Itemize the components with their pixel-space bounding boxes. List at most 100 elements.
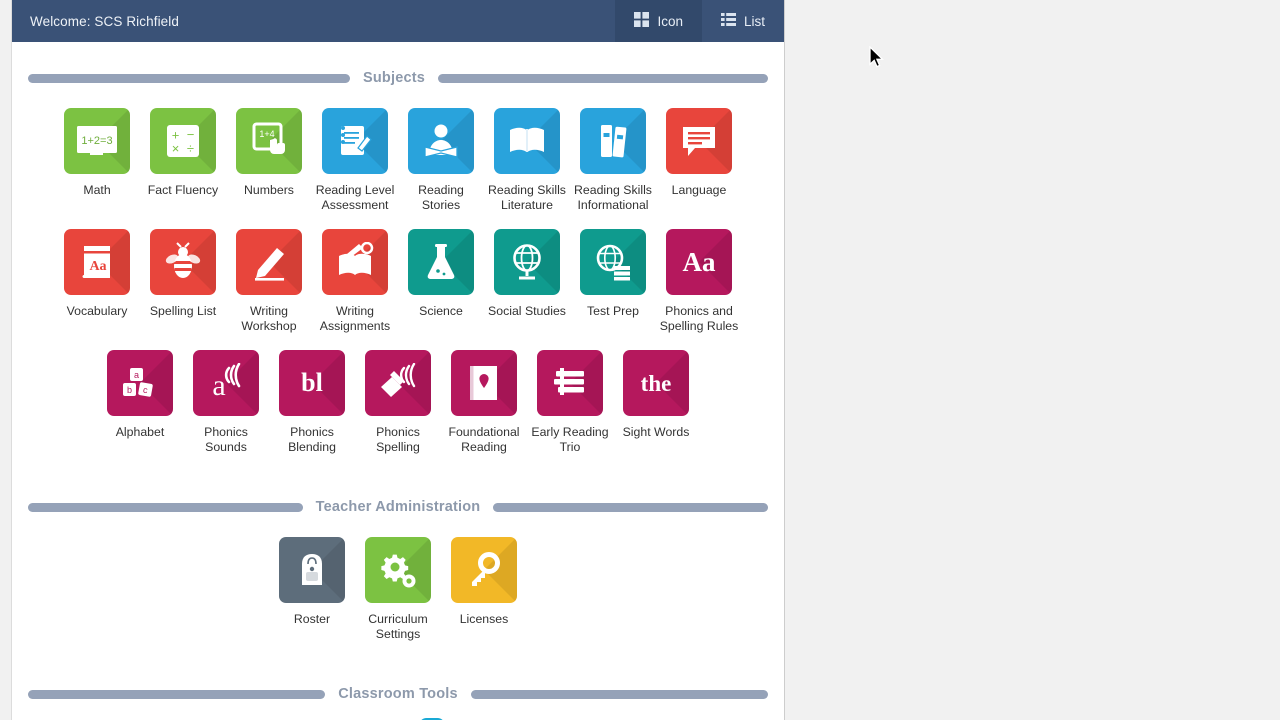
tile-label: Phonics and Spelling Rules bbox=[659, 304, 739, 333]
svg-text:Aa: Aa bbox=[89, 259, 106, 274]
app-tile[interactable]: bl Phonics Blending bbox=[269, 350, 355, 455]
divider-bar-right bbox=[470, 689, 768, 699]
app-tile[interactable]: Writing Workshop bbox=[226, 229, 312, 334]
tile-label: Licenses bbox=[459, 612, 509, 626]
tile-icon-bee-icon bbox=[150, 229, 216, 295]
app-tile[interactable]: Aa Vocabulary bbox=[54, 229, 140, 334]
tile-label: Test Prep bbox=[587, 304, 639, 318]
tile-icon-book-bookmark-icon bbox=[451, 350, 517, 416]
tab-list-view-label: List bbox=[743, 13, 765, 29]
tile-icon-globe-books-icon bbox=[580, 229, 646, 295]
tile-label: Reading Skills Literature bbox=[488, 183, 566, 212]
view-mode-tabs: Icon List bbox=[615, 0, 784, 42]
mouse-cursor bbox=[869, 45, 885, 74]
screen: Welcome: SCS Richfield Icon List Subject… bbox=[0, 0, 1280, 720]
tile-label: Alphabet bbox=[115, 425, 165, 439]
divider-bar-right bbox=[438, 73, 768, 83]
svg-text:b: b bbox=[127, 385, 132, 395]
tile-grid-classroom-tools: 99+ bbox=[12, 706, 784, 720]
tile-icon-book-pencil-icon bbox=[322, 229, 388, 295]
app-tile[interactable]: Curriculum Settings bbox=[355, 537, 441, 642]
tile-icon-book-stack-icon bbox=[537, 350, 603, 416]
app-tile[interactable]: Science bbox=[398, 229, 484, 334]
welcome-message: Welcome: SCS Richfield bbox=[30, 13, 179, 29]
tile-label: Writing Assignments bbox=[319, 304, 391, 333]
app-tile[interactable]: Reading Skills Informational bbox=[570, 108, 656, 213]
tile-icon-pencil-icon bbox=[236, 229, 302, 295]
app-tile[interactable]: the Sight Words bbox=[613, 350, 699, 455]
app-tile[interactable]: Social Studies bbox=[484, 229, 570, 334]
tile-icon-tablet-hand-icon: 1+4 bbox=[236, 108, 302, 174]
svg-text:×: × bbox=[172, 141, 180, 156]
svg-text:a: a bbox=[134, 370, 139, 380]
tile-label: Social Studies bbox=[488, 304, 566, 318]
tile-grid-teacher-administration: Roster Curriculum Settings Licenses bbox=[12, 519, 784, 658]
app-tile[interactable]: Reading Level Assessment bbox=[312, 108, 398, 213]
divider-bar-left bbox=[28, 689, 326, 699]
app-tile[interactable]: Aa Phonics and Spelling Rules bbox=[656, 229, 742, 334]
app-tile[interactable]: Foundational Reading bbox=[441, 350, 527, 455]
app-tile[interactable]: Licenses bbox=[441, 537, 527, 642]
section-divider-teacher-administration: Teacher Administration bbox=[12, 499, 784, 515]
app-tile[interactable]: Reading Stories bbox=[398, 108, 484, 213]
tile-label: Vocabulary bbox=[66, 304, 128, 318]
browser-viewport: Welcome: SCS Richfield Icon List Subject… bbox=[12, 0, 785, 720]
tile-icon-megaphone-icon bbox=[365, 350, 431, 416]
tile-label: Spelling List bbox=[149, 304, 217, 318]
app-tile[interactable]: a Phonics Sounds bbox=[183, 350, 269, 455]
svg-text:1+4: 1+4 bbox=[259, 129, 274, 139]
tile-icon-word-the-icon: the bbox=[623, 350, 689, 416]
tile-icon-letters-aa-icon: Aa bbox=[666, 229, 732, 295]
tile-label: Phonics Blending bbox=[288, 425, 336, 454]
tile-label: Reading Stories bbox=[418, 183, 464, 212]
tile-label: Fact Fluency bbox=[147, 183, 219, 197]
list-icon bbox=[720, 12, 736, 30]
app-tile[interactable]: + − × ÷ Fact Fluency bbox=[140, 108, 226, 213]
divider-bar-right bbox=[493, 502, 768, 512]
tab-icon-view-label: Icon bbox=[657, 13, 683, 29]
tile-label: Reading Skills Informational bbox=[574, 183, 652, 212]
dashboard-content: Subjects 1+2=3 Math + − × ÷ Fact Fluency 1+4 Numb… bbox=[12, 70, 784, 720]
tile-label: Foundational Reading bbox=[448, 425, 520, 454]
app-tile[interactable]: Spelling List bbox=[140, 229, 226, 334]
app-tile[interactable]: a b c Alphabet bbox=[97, 350, 183, 455]
tile-icon-globe-stand-icon bbox=[494, 229, 560, 295]
tile-icon-speech-bubble-icon bbox=[666, 108, 732, 174]
section-divider-subjects: Subjects bbox=[12, 70, 784, 86]
tile-label: Curriculum Settings bbox=[368, 612, 428, 641]
notification-badge: 99+ bbox=[417, 716, 447, 720]
tile-label: Sight Words bbox=[622, 425, 690, 439]
svg-text:÷: ÷ bbox=[187, 141, 194, 156]
app-tile[interactable]: Phonics Spelling bbox=[355, 350, 441, 455]
tile-label: Reading Level Assessment bbox=[315, 183, 395, 212]
app-tile[interactable]: Roster bbox=[269, 537, 355, 642]
tile-icon-gears-icon bbox=[365, 537, 431, 603]
app-tile[interactable]: Early Reading Trio bbox=[527, 350, 613, 455]
svg-text:−: − bbox=[187, 127, 195, 142]
tile-label: Science bbox=[419, 304, 463, 318]
tab-icon-view[interactable]: Icon bbox=[615, 0, 702, 42]
app-tile[interactable]: 1+4 Numbers bbox=[226, 108, 312, 213]
app-tile[interactable]: Test Prep bbox=[570, 229, 656, 334]
tile-icon-notebook-pencil-icon bbox=[322, 108, 388, 174]
grid-icon bbox=[634, 12, 650, 30]
app-header: Welcome: SCS Richfield Icon List bbox=[12, 0, 784, 42]
tile-label: Phonics Sounds bbox=[204, 425, 248, 454]
app-tile[interactable]: Language bbox=[656, 108, 742, 213]
app-tile[interactable]: 1+2=3 Math bbox=[54, 108, 140, 213]
app-tile[interactable]: Writing Assignments bbox=[312, 229, 398, 334]
tab-list-view[interactable]: List bbox=[702, 0, 784, 42]
divider-bar-left bbox=[28, 502, 303, 512]
tile-icon-chalkboard-icon: 1+2=3 bbox=[64, 108, 130, 174]
tile-label: Roster bbox=[293, 612, 331, 626]
tile-icon-math-operators-icon: + − × ÷ bbox=[150, 108, 216, 174]
tile-icon-open-book-icon bbox=[494, 108, 560, 174]
tile-label: Language bbox=[671, 183, 727, 197]
svg-text:a: a bbox=[212, 369, 225, 402]
tile-label: Early Reading Trio bbox=[531, 425, 609, 454]
tile-icon-key-icon bbox=[451, 537, 517, 603]
svg-text:1+2=3: 1+2=3 bbox=[81, 135, 112, 147]
left-gutter bbox=[0, 0, 12, 720]
app-tile[interactable]: Reading Skills Literature bbox=[484, 108, 570, 213]
section-title: Subjects bbox=[363, 70, 426, 86]
